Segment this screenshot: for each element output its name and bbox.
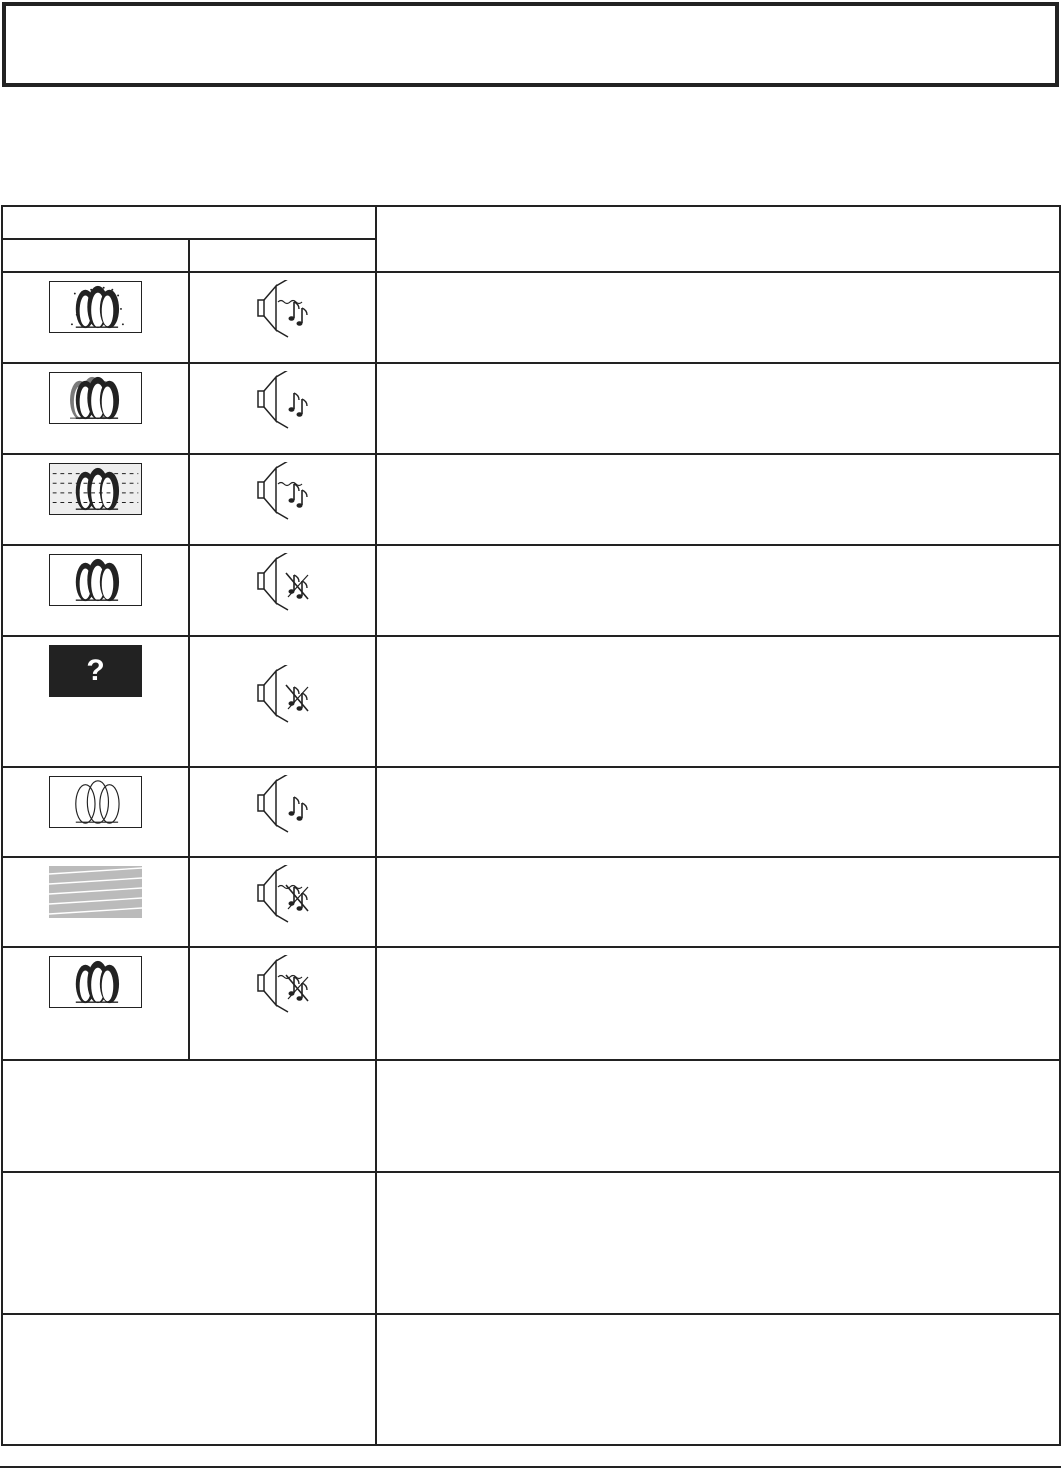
checks-cell xyxy=(375,946,1061,1061)
picture-cell xyxy=(1,362,190,455)
symptom-text xyxy=(3,1061,375,1081)
checks-text xyxy=(377,273,1059,293)
checks-text xyxy=(377,858,1059,878)
rolling-picture-icon xyxy=(49,866,142,918)
penguins-normal-icon xyxy=(49,956,142,1008)
noisy-no-sound-icon xyxy=(257,865,309,923)
checks-text xyxy=(377,768,1059,788)
question-mark: ? xyxy=(86,654,105,687)
checks-cell xyxy=(375,453,1061,546)
bottom-rule xyxy=(0,1466,1061,1468)
table-row xyxy=(1,453,1061,546)
no-sound-icon xyxy=(257,665,309,723)
picture-cell xyxy=(1,766,190,858)
picture-cell xyxy=(1,856,190,948)
penguins-ghost-icon xyxy=(49,372,142,424)
sound-cell xyxy=(188,362,377,455)
table-row xyxy=(1,271,1061,364)
sound-cell xyxy=(188,271,377,364)
symptom-cell xyxy=(1,1313,377,1446)
checks-text xyxy=(377,948,1059,968)
picture-cell xyxy=(1,453,190,546)
table-row xyxy=(1,766,1061,858)
sound-cell xyxy=(188,544,377,637)
noisy-sound-icon xyxy=(257,462,308,520)
checks-text xyxy=(377,1173,1059,1193)
header-sound xyxy=(188,238,377,273)
table-row xyxy=(1,1059,1061,1173)
checks-cell xyxy=(375,271,1061,364)
sound-cell xyxy=(188,453,377,546)
checks-text xyxy=(377,1315,1059,1335)
checks-cell xyxy=(375,1059,1061,1173)
no-picture-icon: ? xyxy=(49,645,142,697)
symptom-cell xyxy=(1,1059,377,1173)
sound-cell xyxy=(188,635,377,768)
sound-cell xyxy=(188,856,377,948)
checks-cell xyxy=(375,635,1061,768)
penguins-snowy-icon xyxy=(49,281,142,333)
normal-sound-icon xyxy=(257,371,308,429)
noisy-no-sound-icon xyxy=(257,955,309,1013)
table-row xyxy=(1,1313,1061,1446)
picture-cell: ? xyxy=(1,635,190,768)
picture-cell xyxy=(1,271,190,364)
picture-cell xyxy=(1,946,190,1061)
table-row: ? xyxy=(1,635,1061,768)
checks-text xyxy=(377,364,1059,384)
header-checks xyxy=(375,205,1061,273)
checks-cell xyxy=(375,766,1061,858)
checks-text xyxy=(377,546,1059,566)
checks-cell xyxy=(375,1171,1061,1315)
table-row xyxy=(1,544,1061,637)
table-row xyxy=(1,362,1061,455)
table-row xyxy=(1,946,1061,1061)
table-row xyxy=(1,856,1061,948)
penguins-interference-icon xyxy=(49,463,142,515)
header-symptoms xyxy=(1,205,377,240)
normal-sound-icon xyxy=(257,775,308,833)
symptom-cell xyxy=(1,1171,377,1315)
symptom-text xyxy=(3,1315,375,1335)
header-picture xyxy=(1,238,190,273)
penguins-weak-color-icon xyxy=(49,776,142,828)
checks-text xyxy=(377,637,1059,657)
noisy-sound-icon xyxy=(257,280,308,338)
picture-cell xyxy=(1,544,190,637)
checks-text xyxy=(377,455,1059,475)
troubleshooting-table: ? xyxy=(1,205,1061,1446)
table-row xyxy=(1,1171,1061,1315)
checks-cell xyxy=(375,544,1061,637)
no-sound-icon xyxy=(257,553,309,611)
checks-cell xyxy=(375,856,1061,948)
sound-cell xyxy=(188,946,377,1061)
checks-cell xyxy=(375,362,1061,455)
sound-cell xyxy=(188,766,377,858)
symptom-text xyxy=(3,1173,375,1193)
checks-cell xyxy=(375,1313,1061,1446)
title-box xyxy=(2,2,1059,87)
checks-text xyxy=(377,1061,1059,1081)
penguins-normal-icon xyxy=(49,554,142,606)
